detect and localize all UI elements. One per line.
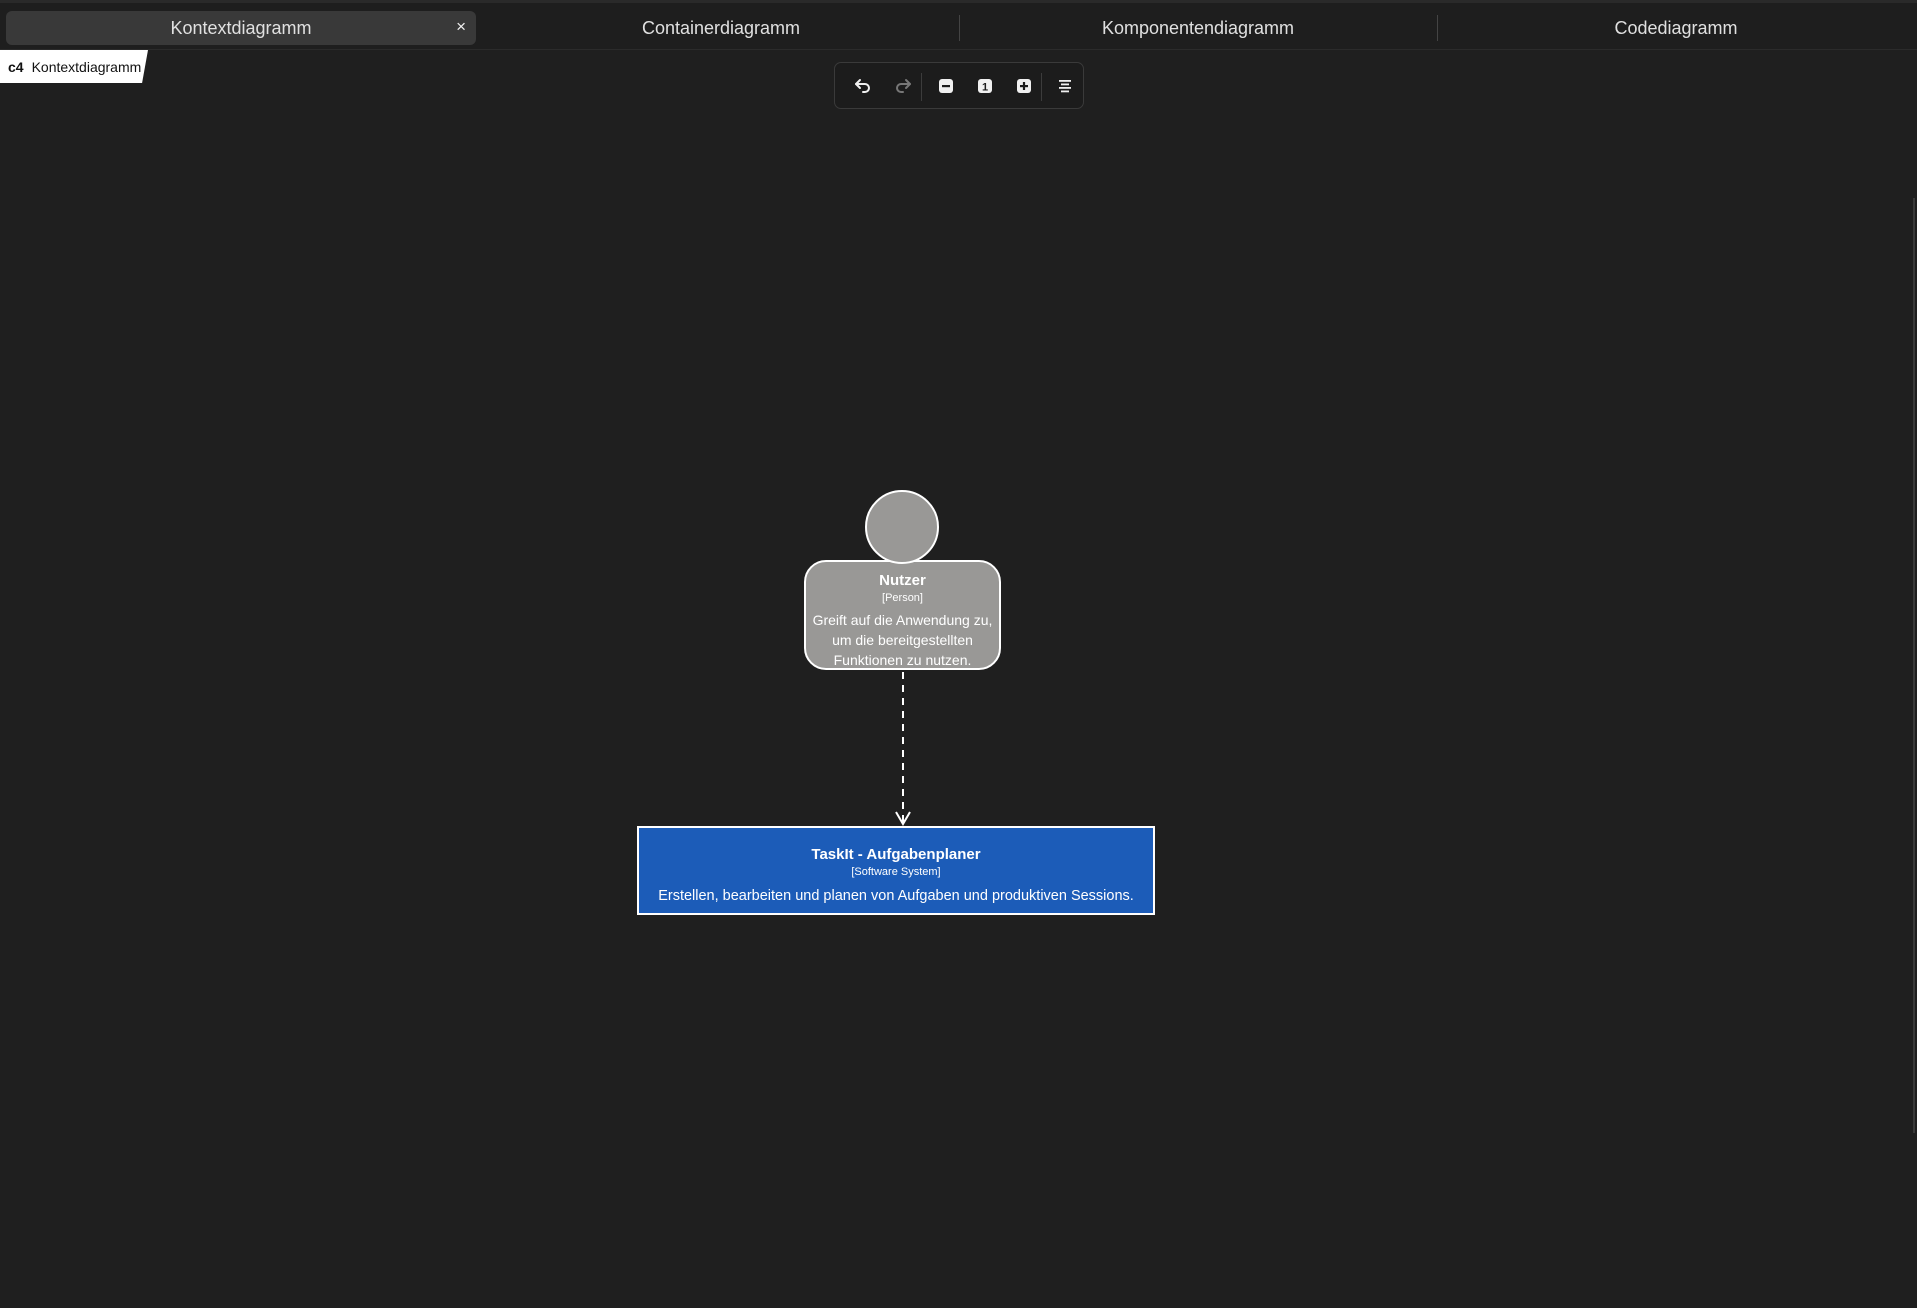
system-name: TaskIt - Aufgabenplaner (811, 846, 981, 863)
person-head-icon (865, 490, 939, 564)
person-type: [Person] (882, 592, 923, 604)
software-system-node[interactable]: TaskIt - Aufgabenplaner [Software System… (637, 826, 1155, 915)
system-type: [Software System] (851, 866, 941, 878)
person-description: Greift auf die Anwendung zu, um die bere… (812, 612, 993, 668)
person-node-nutzer[interactable]: Nutzer [Person] Greift auf die Anwendung… (804, 560, 1001, 670)
person-name: Nutzer (879, 572, 926, 589)
system-description: Erstellen, bearbeiten und planen von Auf… (658, 888, 1134, 904)
